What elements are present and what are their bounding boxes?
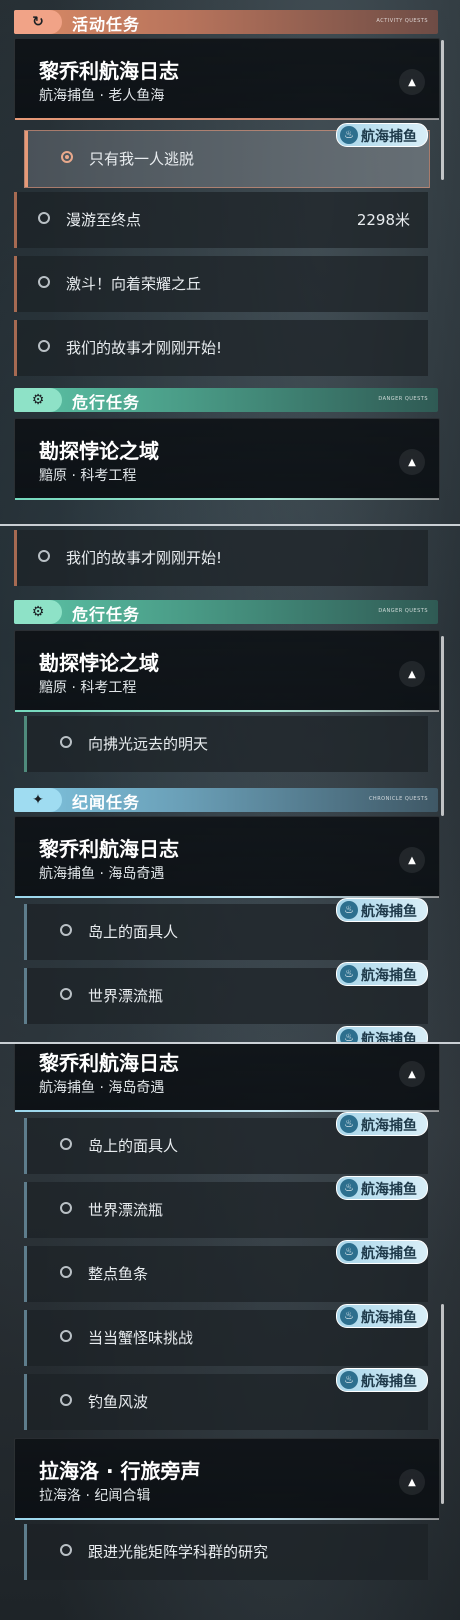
section-header-active[interactable]: ↻ 活动任务 ACTIVITY QUESTS [14, 10, 438, 34]
radio-icon [60, 1138, 72, 1150]
distance-value: 2298米 [356, 211, 410, 229]
fishing-badge: ♨ 航海捕鱼 [336, 1026, 428, 1042]
objective-row[interactable]: 跟进光能矩阵学科群的研究 [24, 1524, 428, 1580]
objective-row[interactable]: 我们的故事才刚刚开始! [14, 320, 428, 376]
fishing-badge: ♨ 航海捕鱼 [336, 1304, 428, 1328]
quest-card-kantan[interactable]: 勘探悖论之域 黯原 · 科考工程 ▲ [14, 418, 440, 500]
scrollbar[interactable] [441, 40, 444, 180]
quest-card-lijiao-island[interactable]: 黎乔利航海日志 航海捕鱼 · 海岛奇遇 ▲ [14, 816, 440, 898]
scrollbar[interactable] [441, 636, 444, 816]
radio-icon [60, 1394, 72, 1406]
radio-icon [60, 924, 72, 936]
fishing-icon: ♨ [340, 1371, 358, 1389]
gear-icon: ⚙ [14, 600, 62, 624]
radio-icon [60, 1330, 72, 1342]
radio-icon [38, 276, 50, 288]
screenshot-panel-1: ↻ 活动任务 ACTIVITY QUESTS 黎乔利航海日志 航海捕鱼 · 老人… [0, 0, 460, 524]
fishing-badge: ♨ 航海捕鱼 [336, 962, 428, 986]
objective-row[interactable]: 漫游至终点 2298米 [14, 192, 428, 248]
quest-title: 黎乔利航海日志 [39, 59, 179, 83]
objective-row[interactable]: 向拂光远去的明天 [24, 716, 428, 772]
quest-card-lijiao[interactable]: 黎乔利航海日志 航海捕鱼 · 老人鱼海 ▲ [14, 38, 440, 120]
radio-icon [60, 1544, 72, 1556]
radio-icon [38, 550, 50, 562]
gear-icon: ⚙ [14, 388, 62, 412]
radio-icon [60, 988, 72, 1000]
screenshot-panel-2: 我们的故事才刚刚开始! ⚙ 危行任务 DANGER QUESTS 勘探悖论之域 … [0, 526, 460, 1042]
radio-icon [60, 1266, 72, 1278]
objective-row[interactable]: 我们的故事才刚刚开始! [14, 530, 428, 586]
section-header-danger[interactable]: ⚙ 危行任务 DANGER QUESTS [14, 388, 438, 412]
fishing-badge: ♨ 航海捕鱼 [336, 898, 428, 922]
quest-card-kantan[interactable]: 勘探悖论之域 黯原 · 科考工程 ▲ [14, 630, 440, 712]
sparkle-icon: ✦ [14, 788, 62, 812]
fishing-badge: ♨ 航海捕鱼 [336, 1176, 428, 1200]
section-tag: ACTIVITY QUESTS [376, 18, 428, 24]
quest-subtitle: 航海捕鱼 · 老人鱼海 [39, 88, 165, 104]
fishing-icon: ♨ [340, 126, 358, 144]
fishing-badge: ♨ 航海捕鱼 [336, 1240, 428, 1264]
fishing-icon: ♨ [340, 1115, 358, 1133]
radio-icon [38, 212, 50, 224]
fishing-icon: ♨ [340, 1179, 358, 1197]
fishing-icon: ♨ [340, 1029, 358, 1042]
fishing-icon: ♨ [340, 1307, 358, 1325]
radio-selected-icon [61, 151, 73, 163]
objective-row[interactable]: 激斗！向着荣耀之丘 [14, 256, 428, 312]
section-header-chronicle[interactable]: ✦ 纪闻任务 CHRONICLE QUESTS [14, 788, 438, 812]
fishing-icon: ♨ [340, 1243, 358, 1261]
radio-icon [38, 340, 50, 352]
collapse-icon[interactable]: ▲ [399, 449, 425, 475]
fishing-badge: ♨ 航海捕鱼 [336, 1368, 428, 1392]
radio-icon [60, 736, 72, 748]
collapse-icon[interactable]: ▲ [399, 661, 425, 687]
section-header-danger[interactable]: ⚙ 危行任务 DANGER QUESTS [14, 600, 438, 624]
refresh-icon: ↻ [14, 10, 62, 34]
fishing-badge: ♨ 航海捕鱼 [336, 123, 428, 147]
collapse-icon[interactable]: ▲ [399, 847, 425, 873]
fishing-badge: ♨ 航海捕鱼 [336, 1112, 428, 1136]
fishing-icon: ♨ [340, 901, 358, 919]
collapse-icon[interactable]: ▲ [399, 69, 425, 95]
collapse-icon[interactable]: ▲ [399, 1061, 425, 1087]
quest-card-lahailuo[interactable]: 拉海洛 · 行旅旁声 拉海洛 · 纪闻合辑 ▲ [14, 1438, 440, 1520]
fishing-icon: ♨ [340, 965, 358, 983]
radio-icon [60, 1202, 72, 1214]
section-title: 活动任务 [72, 15, 141, 34]
screenshot-panel-3: 黎乔利航海日志 航海捕鱼 · 海岛奇遇 ▲ ♨ 航海捕鱼 岛上的面具人 ♨ 航海… [0, 1044, 460, 1620]
collapse-icon[interactable]: ▲ [399, 1469, 425, 1495]
scrollbar[interactable] [441, 1304, 444, 1504]
quest-card-lijiao-island[interactable]: 黎乔利航海日志 航海捕鱼 · 海岛奇遇 ▲ [14, 1044, 440, 1112]
